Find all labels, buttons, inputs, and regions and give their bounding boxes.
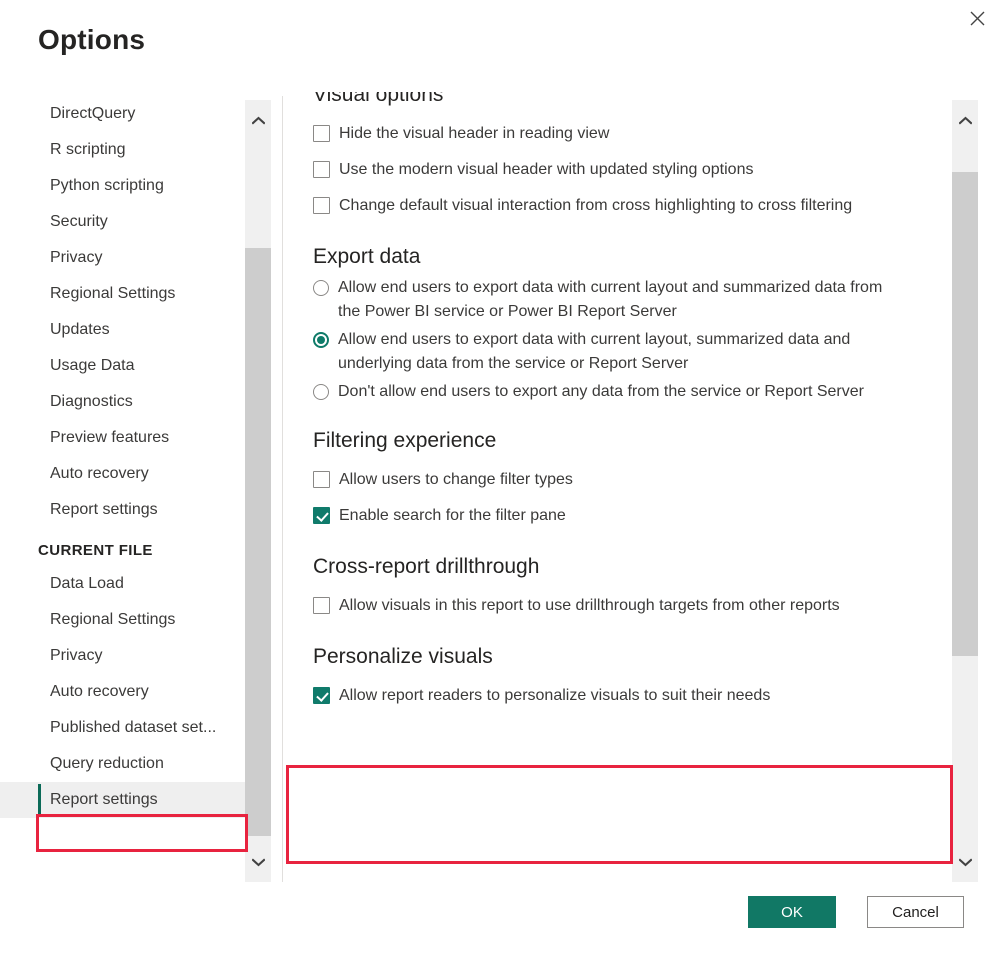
checkbox-hide-the-visual-header-in-reading-view[interactable] [313, 125, 330, 142]
option-label: Hide the visual header in reading view [330, 122, 609, 146]
radio-don-t-allow-end-users-to-export-any-data[interactable] [313, 384, 329, 400]
checkbox-change-default-visual-interaction-from-c[interactable] [313, 197, 330, 214]
sidebar-item-privacy[interactable]: Privacy [0, 240, 248, 276]
option-label: Allow end users to export data with curr… [329, 276, 888, 324]
sidebar-item-published-dataset-set[interactable]: Published dataset set... [0, 710, 248, 746]
sidebar-item-data-load[interactable]: Data Load [0, 566, 248, 602]
option-row[interactable]: Hide the visual header in reading view [283, 122, 952, 146]
section-heading-export-data: Export data [283, 218, 952, 272]
sidebar-group-title-current-file: CURRENT FILE [0, 528, 248, 566]
sidebar-current-file-section: Data LoadRegional SettingsPrivacyAuto re… [0, 566, 248, 818]
checkbox-allow-report-readers-to-personalize-visu[interactable] [313, 687, 330, 704]
option-row[interactable]: Allow visuals in this report to use dril… [283, 594, 952, 618]
sidebar-item-preview-features[interactable]: Preview features [0, 420, 248, 456]
checkbox-use-the-modern-visual-header-with-update[interactable] [313, 161, 330, 178]
option-label: Enable search for the filter pane [330, 504, 566, 528]
chevron-down-icon[interactable] [245, 842, 271, 882]
option-row[interactable]: Change default visual interaction from c… [283, 194, 952, 218]
option-row[interactable]: Use the modern visual header with update… [283, 158, 952, 182]
option-label: Allow end users to export data with curr… [329, 328, 888, 376]
sidebar-item-regional-settings[interactable]: Regional Settings [0, 602, 248, 638]
ok-button[interactable]: OK [748, 896, 836, 928]
section-heading-cross-report-drillthrough: Cross-report drillthrough [283, 528, 952, 582]
option-row[interactable]: Allow report readers to personalize visu… [283, 684, 952, 708]
option-label: Allow report readers to personalize visu… [330, 684, 770, 708]
sidebar-item-privacy[interactable]: Privacy [0, 638, 248, 674]
sidebar-item-updates[interactable]: Updates [0, 312, 248, 348]
checkbox-enable-search-for-the-filter-pane[interactable] [313, 507, 330, 524]
sidebar-item-auto-recovery[interactable]: Auto recovery [0, 674, 248, 710]
page-title: Options [38, 24, 145, 56]
chevron-down-icon[interactable] [952, 842, 978, 882]
content-scrollbar[interactable] [952, 100, 978, 882]
sidebar-item-usage-data[interactable]: Usage Data [0, 348, 248, 384]
section-heading-personalize-visuals: Personalize visuals [283, 618, 952, 672]
sidebar-item-regional-settings[interactable]: Regional Settings [0, 276, 248, 312]
chevron-up-icon[interactable] [245, 100, 271, 140]
option-label: Change default visual interaction from c… [330, 194, 852, 218]
option-row[interactable]: Don't allow end users to export any data… [283, 380, 952, 404]
section-heading-filtering-experience: Filtering experience [283, 404, 952, 456]
option-row[interactable]: Allow end users to export data with curr… [283, 276, 952, 324]
sidebar-item-python-scripting[interactable]: Python scripting [0, 168, 248, 204]
sidebar-scrollbar-thumb[interactable] [245, 248, 271, 836]
sidebar-item-r-scripting[interactable]: R scripting [0, 132, 248, 168]
sidebar-item-query-reduction[interactable]: Query reduction [0, 746, 248, 782]
option-row[interactable]: Allow users to change filter types [283, 468, 952, 492]
sidebar-scrollbar[interactable] [245, 100, 271, 882]
content-scrollbar-thumb[interactable] [952, 172, 978, 656]
radio-allow-end-users-to-export-data-with-curr[interactable] [313, 332, 329, 348]
sidebar-global-section: DirectQueryR scriptingPython scriptingSe… [0, 96, 248, 528]
sidebar-item-auto-recovery[interactable]: Auto recovery [0, 456, 248, 492]
option-label: Use the modern visual header with update… [330, 158, 753, 182]
sidebar-item-report-settings[interactable]: Report settings [0, 492, 248, 528]
cancel-button[interactable]: Cancel [867, 896, 964, 928]
sidebar: DirectQueryR scriptingPython scriptingSe… [0, 96, 248, 882]
options-dialog: Options DirectQueryR scriptingPython scr… [0, 0, 1002, 959]
option-row[interactable]: Allow end users to export data with curr… [283, 328, 952, 376]
dialog-footer: OK Cancel [0, 882, 1002, 959]
checkbox-allow-visuals-in-this-report-to-use-dril[interactable] [313, 597, 330, 614]
sidebar-item-report-settings[interactable]: Report settings [0, 782, 248, 818]
option-row[interactable]: Enable search for the filter pane [283, 504, 952, 528]
settings-content-panel: Visual options Hide the visual header in … [283, 92, 952, 882]
section-heading-visual-options: Visual options [283, 92, 952, 110]
sidebar-item-diagnostics[interactable]: Diagnostics [0, 384, 248, 420]
checkbox-allow-users-to-change-filter-types[interactable] [313, 471, 330, 488]
sidebar-item-security[interactable]: Security [0, 204, 248, 240]
chevron-up-icon[interactable] [952, 100, 978, 140]
settings-content-inner: Visual options Hide the visual header in … [283, 92, 952, 708]
sidebar-item-directquery[interactable]: DirectQuery [0, 96, 248, 132]
option-label: Allow visuals in this report to use dril… [330, 594, 840, 618]
option-label: Allow users to change filter types [330, 468, 573, 492]
radio-allow-end-users-to-export-data-with-curr[interactable] [313, 280, 329, 296]
option-label: Don't allow end users to export any data… [329, 380, 864, 404]
close-icon[interactable] [956, 2, 998, 34]
